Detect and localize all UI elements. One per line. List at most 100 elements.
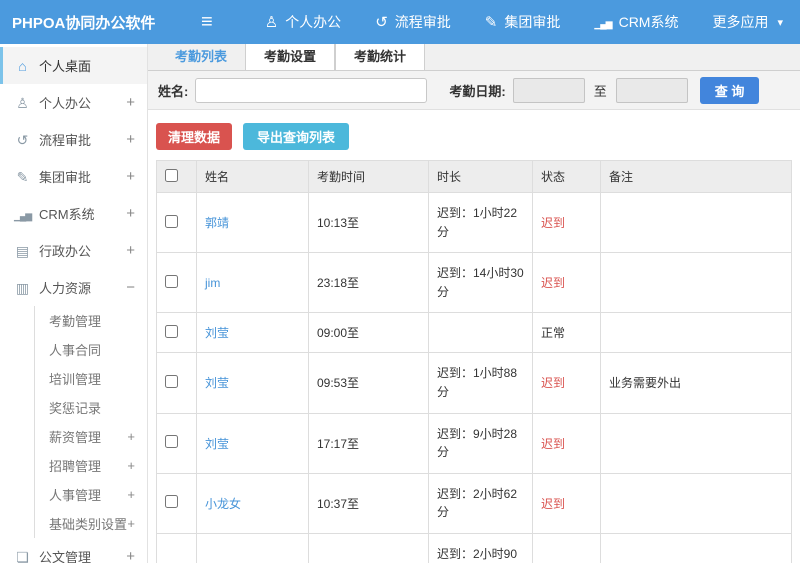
tab[interactable]: 考勤设置 bbox=[245, 44, 336, 70]
sidebar-item[interactable]: 行政办公 + bbox=[0, 232, 147, 269]
sidebar-item-label: 行政办公 bbox=[39, 244, 92, 259]
row-check-cell bbox=[156, 191, 197, 254]
export-list-button[interactable]: 导出查询列表 bbox=[243, 123, 350, 150]
row-duration-cell: 迟到：2小时62分 bbox=[428, 472, 533, 534]
top-nav-item[interactable]: CRM系统 bbox=[577, 12, 695, 32]
sidebar-item-label: 集团审批 bbox=[39, 170, 92, 185]
sidebar-item[interactable]: 薪资管理 + bbox=[34, 422, 147, 451]
sidebar-item[interactable]: 培训管理 bbox=[34, 364, 147, 393]
sidebar-expand-toggle[interactable]: + bbox=[127, 458, 135, 473]
sidebar-item[interactable]: 基础类别设置 + bbox=[34, 509, 147, 538]
sidebar-item-icon bbox=[14, 170, 31, 184]
sidebar-item[interactable]: 人事管理 + bbox=[34, 480, 147, 509]
date-label: 考勤日期: bbox=[449, 83, 506, 99]
sidebar-expand-toggle[interactable]: + bbox=[126, 205, 135, 222]
select-all-cell bbox=[156, 160, 197, 193]
employee-name-link[interactable]: 刘莹 bbox=[205, 326, 229, 340]
row-remark-cell: 业务需要外出 bbox=[600, 352, 792, 414]
row-checkbox[interactable] bbox=[165, 214, 178, 228]
row-name-cell: jim bbox=[196, 252, 309, 314]
toolbar: 清理数据 导出查询列表 bbox=[148, 110, 800, 160]
top-nav-item[interactable]: 个人办公 bbox=[248, 12, 358, 32]
date-to-input[interactable] bbox=[615, 77, 688, 103]
row-status-cell: 迟到 bbox=[532, 412, 601, 474]
employee-name-link[interactable]: jim bbox=[205, 276, 220, 290]
top-nav-item-icon bbox=[485, 15, 498, 30]
tab[interactable]: 考勤统计 bbox=[335, 44, 426, 70]
employee-name-link[interactable]: 刘莹 bbox=[205, 437, 229, 451]
sidebar-item[interactable]: CRM系统 + bbox=[0, 195, 147, 232]
row-status-cell: 正常 bbox=[532, 312, 601, 354]
sidebar-item[interactable]: 集团审批 + bbox=[0, 158, 147, 195]
header-time: 考勤时间 bbox=[308, 160, 429, 193]
name-input[interactable] bbox=[195, 77, 428, 103]
sidebar-expand-toggle[interactable]: + bbox=[127, 429, 135, 444]
sidebar-item-label: 人事管理 bbox=[49, 488, 102, 503]
sidebar-expand-toggle[interactable]: + bbox=[127, 487, 135, 502]
row-checkbox[interactable] bbox=[165, 495, 178, 509]
row-check-cell bbox=[156, 352, 197, 414]
row-checkbox[interactable] bbox=[165, 374, 178, 388]
sidebar-expand-toggle[interactable]: + bbox=[126, 94, 135, 111]
search-bar: 姓名: 考勤日期: 至 查 询 bbox=[148, 71, 800, 110]
row-time-cell: 10:54至10:54 bbox=[308, 532, 429, 563]
sidebar-item[interactable]: 流程审批 + bbox=[0, 121, 147, 158]
sidebar-expand-toggle[interactable]: + bbox=[126, 242, 135, 259]
table-row: 刘莹 09:00至 正常 bbox=[156, 312, 792, 354]
row-checkbox[interactable] bbox=[165, 274, 178, 288]
sidebar-item[interactable]: 考勤管理 bbox=[34, 306, 147, 335]
attendance-table-wrap: 姓名 考勤时间 时长 状态 备注 郭靖 10:13至 迟到：1小时22分 迟到 … bbox=[156, 160, 792, 563]
row-checkbox[interactable] bbox=[165, 324, 178, 338]
row-check-cell bbox=[156, 252, 197, 314]
sidebar-item[interactable]: 公文管理 + bbox=[0, 538, 147, 563]
menu-toggle-icon[interactable] bbox=[200, 12, 214, 32]
sidebar-item[interactable]: 人事合同 bbox=[34, 335, 147, 364]
sidebar-item-label: 公文管理 bbox=[39, 550, 92, 563]
sidebar-item[interactable]: 个人桌面 bbox=[0, 47, 147, 84]
top-nav-item-label: CRM系统 bbox=[618, 14, 679, 30]
more-apps-menu[interactable]: 更多应用 bbox=[695, 12, 800, 32]
header-status: 状态 bbox=[532, 160, 601, 193]
name-label: 姓名: bbox=[158, 83, 189, 99]
select-all-checkbox[interactable] bbox=[165, 168, 178, 182]
table-row: jim 23:18至 迟到：14小时30分 迟到 bbox=[156, 252, 792, 314]
sidebar-expand-toggle[interactable]: + bbox=[126, 168, 135, 185]
sidebar-item[interactable]: 个人办公 + bbox=[0, 84, 147, 121]
row-remark-cell bbox=[600, 412, 792, 474]
row-time-cell: 09:00至 bbox=[308, 312, 429, 354]
top-nav-item-icon bbox=[265, 15, 278, 30]
row-duration-cell: 迟到：2小时90分 早退：7小时10分 bbox=[428, 532, 533, 563]
row-remark-cell: 1111 bbox=[600, 532, 792, 563]
row-check-cell bbox=[156, 472, 197, 534]
sidebar-item[interactable]: 奖惩记录 bbox=[34, 393, 147, 422]
sidebar-expand-toggle[interactable]: + bbox=[126, 548, 135, 563]
sidebar-item-icon bbox=[14, 133, 31, 147]
sidebar-expand-toggle[interactable]: + bbox=[126, 131, 135, 148]
date-from-input[interactable] bbox=[512, 77, 585, 103]
row-name-cell: 刘莹 bbox=[196, 352, 309, 414]
row-check-cell bbox=[156, 532, 197, 563]
more-apps-label: 更多应用 bbox=[712, 14, 769, 30]
row-duration-cell bbox=[428, 312, 533, 354]
sidebar-expand-toggle[interactable]: + bbox=[127, 516, 135, 531]
row-remark-cell bbox=[600, 472, 792, 534]
row-checkbox[interactable] bbox=[165, 435, 178, 449]
sidebar-item[interactable]: 招聘管理 + bbox=[34, 451, 147, 480]
caret-down-icon bbox=[777, 16, 783, 29]
top-nav-item[interactable]: 集团审批 bbox=[468, 12, 578, 32]
row-time-cell: 09:53至 bbox=[308, 352, 429, 414]
employee-name-link[interactable]: 小龙女 bbox=[205, 497, 241, 511]
sidebar-expand-toggle[interactable]: − bbox=[126, 279, 135, 296]
row-remark-cell bbox=[600, 312, 792, 354]
employee-name-link[interactable]: 郭靖 bbox=[205, 216, 229, 230]
employee-name-link[interactable]: 刘莹 bbox=[205, 376, 229, 390]
top-nav-item[interactable]: 流程审批 bbox=[358, 12, 468, 32]
sidebar-item-label: 基础类别设置 bbox=[49, 517, 128, 532]
sidebar-item-icon bbox=[14, 96, 31, 110]
row-time-cell: 10:13至 bbox=[308, 191, 429, 254]
clean-data-button[interactable]: 清理数据 bbox=[156, 123, 233, 150]
sidebar-item[interactable]: 人力资源 − bbox=[0, 269, 147, 306]
search-button[interactable]: 查 询 bbox=[699, 76, 760, 104]
row-remark-cell bbox=[600, 252, 792, 314]
tab[interactable]: 考勤列表 bbox=[157, 44, 245, 70]
